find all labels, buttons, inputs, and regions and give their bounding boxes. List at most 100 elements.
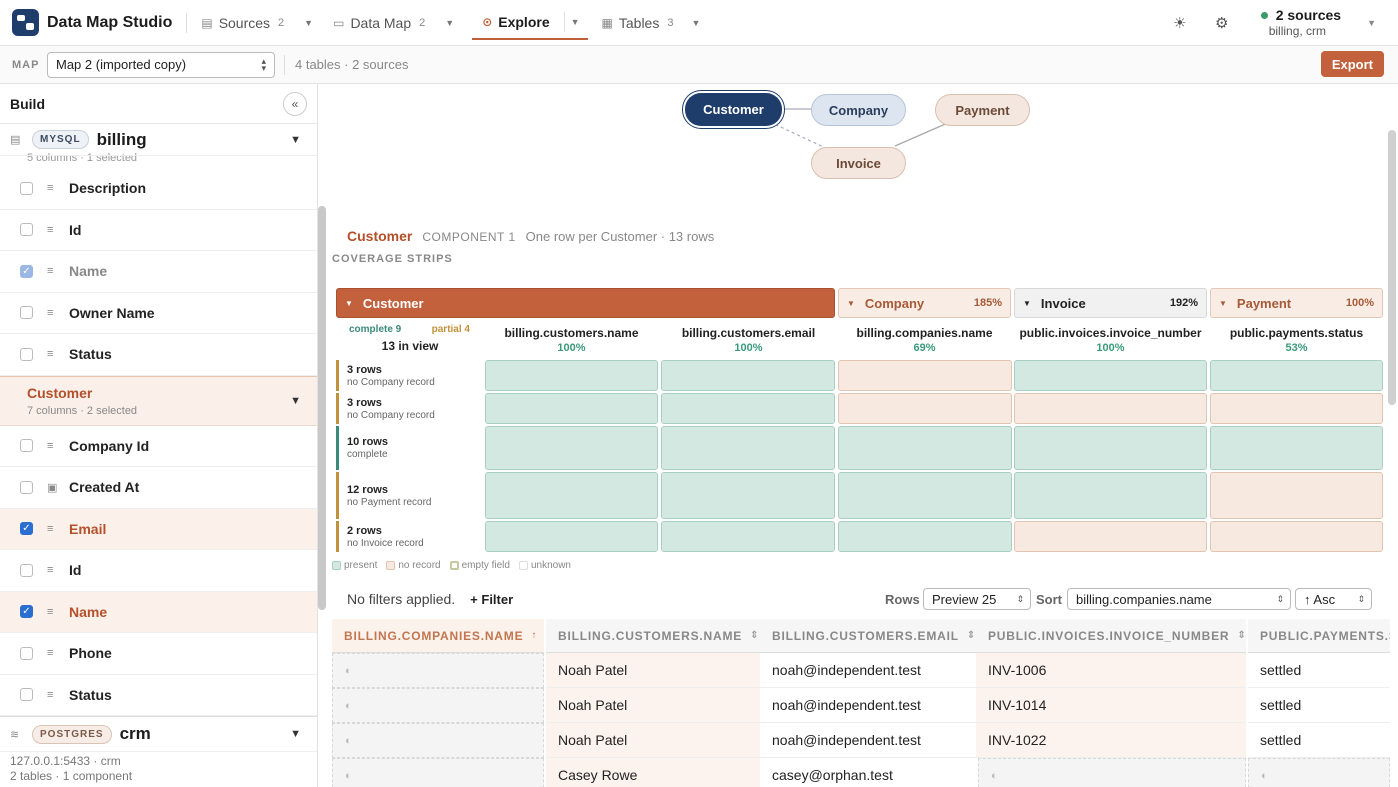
strip-column-header[interactable]: billing.customers.name 100% (484, 321, 659, 359)
table-cell[interactable]: settled (1248, 688, 1390, 723)
table-header[interactable]: BILLING.CUSTOMERS.NAME ⇕ (546, 619, 760, 653)
column-row[interactable]: ▣ Created At (0, 467, 317, 509)
column-row[interactable]: ≡ Id (0, 210, 317, 251)
table-cell[interactable]: INV-1022 (976, 723, 1246, 758)
column-checkbox[interactable] (20, 563, 33, 577)
table-cell-empty[interactable]: ◐ (1248, 758, 1390, 787)
chevron-down-icon[interactable]: ▼ (1367, 18, 1376, 28)
legend-label: present (344, 560, 378, 571)
column-row[interactable]: ✓ ≡ Email (0, 508, 317, 550)
tab-sources[interactable]: ▤ Sources 2 ▼ (201, 0, 333, 46)
graph-node-payment[interactable]: Payment (935, 94, 1030, 126)
graph-node-company[interactable]: Company (811, 94, 906, 126)
column-checkbox[interactable] (20, 646, 33, 660)
column-checkbox[interactable]: ✓ (20, 605, 33, 619)
table-cell-empty[interactable]: ◐ (332, 688, 544, 723)
table-cell[interactable]: noah@independent.test (760, 653, 976, 688)
table-header[interactable]: PUBLIC.PAYMENTS.S (1248, 619, 1390, 653)
collapse-icon[interactable]: « (283, 91, 307, 116)
column-row[interactable]: ≡ Id (0, 550, 317, 592)
table-header[interactable]: BILLING.COMPANIES.NAME ↑ (332, 619, 544, 653)
strip-column-header[interactable]: billing.customers.email 100% (661, 321, 836, 359)
component-customer[interactable]: Customer 7 columns · 2 selected ▼ (0, 375, 317, 426)
table-cell[interactable]: INV-1014 (976, 688, 1246, 723)
strip-row-label[interactable]: 3 rows no Company record (336, 360, 484, 391)
tab-explore[interactable]: ⊙ Explore ▼ (472, 0, 588, 46)
table-cell[interactable]: Noah Patel (546, 688, 760, 723)
graph-node-invoice[interactable]: Invoice (811, 147, 906, 179)
column-checkbox[interactable] (20, 223, 33, 237)
text-type-icon: ≡ (47, 306, 54, 319)
strip-group-customer[interactable]: ▼ Customer (336, 288, 835, 318)
table-header[interactable]: PUBLIC.INVOICES.INVOICE_NUMBER ⇕ (976, 619, 1246, 653)
map-select[interactable]: Map 2 (imported copy) ▴ ▾ (47, 51, 275, 78)
table-header-label: BILLING.CUSTOMERS.EMAIL (772, 628, 959, 643)
column-row[interactable]: ≡ Owner Name (0, 293, 317, 334)
column-row[interactable]: ≡ Phone (0, 633, 317, 675)
caret-down-icon[interactable]: ▼ (290, 728, 301, 740)
table-cell[interactable]: casey@orphan.test (760, 758, 976, 787)
sources-status[interactable]: 2 sources billing, crm (1260, 7, 1341, 39)
tab-tables[interactable]: ▦ Tables 3 ▼ (602, 0, 721, 46)
table-cell[interactable]: noah@independent.test (760, 688, 976, 723)
strip-group-company[interactable]: ▼ Company 185% (838, 288, 1011, 318)
column-checkbox[interactable] (20, 439, 33, 453)
caret-down-icon[interactable]: ▼ (290, 134, 301, 146)
column-row[interactable]: ≡ Company Id (0, 426, 317, 467)
theme-toggle-icon[interactable]: ☀ (1165, 8, 1195, 38)
table-cell[interactable]: Noah Patel (546, 653, 760, 688)
column-checkbox[interactable] (20, 347, 33, 361)
table-cell[interactable]: noah@independent.test (760, 723, 976, 758)
tab-data-map-label: Data Map (350, 14, 412, 31)
chevron-down-icon[interactable]: ▼ (445, 18, 454, 28)
tab-data-map[interactable]: ▭ Data Map 2 ▼ (333, 0, 472, 46)
strip-row-label[interactable]: 3 rows no Company record (336, 393, 484, 424)
column-checkbox[interactable] (20, 688, 33, 702)
strip-cell-present (838, 521, 1012, 552)
strip-group-invoice[interactable]: ▼ Invoice 192% (1014, 288, 1207, 318)
table-cell-empty[interactable]: ◐ (332, 653, 544, 688)
table-cell[interactable]: settled (1248, 723, 1390, 758)
strip-row-label[interactable]: 12 rows no Payment record (336, 472, 484, 519)
chevron-down-icon[interactable]: ▼ (563, 11, 580, 32)
add-filter-button[interactable]: + Filter (470, 592, 513, 607)
column-row[interactable]: ≡ Status (0, 675, 317, 716)
gear-icon[interactable]: ⚙ (1207, 8, 1237, 38)
column-checkbox[interactable]: ✓ (20, 264, 33, 278)
rows-select[interactable]: Preview 25 ⇕ (923, 588, 1031, 610)
strip-group-payment[interactable]: ▼ Payment 100% (1210, 288, 1383, 318)
main-scrollbar[interactable] (1388, 130, 1396, 405)
strip-row-label[interactable]: 2 rows no Invoice record (336, 521, 484, 552)
table-cell[interactable]: Casey Rowe (546, 758, 760, 787)
table-cell-empty[interactable]: ◐ (332, 723, 544, 758)
table-cell-empty[interactable]: ◐ (332, 758, 544, 787)
sort-select[interactable]: billing.companies.name ⇕ (1067, 588, 1291, 610)
sidebar-scrollbar[interactable] (318, 206, 326, 610)
chevron-down-icon[interactable]: ▼ (304, 18, 313, 28)
strip-column-header[interactable]: billing.companies.name 69% (837, 321, 1012, 359)
source-billing[interactable]: ▤ MYSQL billing ▼ (0, 124, 317, 156)
strip-column-header[interactable]: public.invoices.invoice_number 100% (1014, 321, 1207, 359)
column-row[interactable]: ✓ ≡ Name (0, 591, 317, 633)
export-button[interactable]: Export (1320, 51, 1384, 77)
column-checkbox[interactable]: ✓ (20, 522, 33, 536)
table-cell[interactable]: settled (1248, 653, 1390, 688)
table-header[interactable]: BILLING.CUSTOMERS.EMAIL ⇕ (760, 619, 976, 653)
column-row[interactable]: ✓ ≡ Name (0, 251, 317, 293)
column-checkbox[interactable] (20, 306, 33, 320)
column-checkbox[interactable] (20, 480, 33, 494)
sort-order-select[interactable]: ↑ Asc ⇕ (1295, 588, 1372, 610)
caret-down-icon[interactable]: ▼ (290, 395, 301, 407)
table-cell[interactable]: INV-1006 (976, 653, 1246, 688)
column-row[interactable]: ≡ Description (0, 168, 317, 210)
graph-node-customer[interactable]: Customer (685, 93, 782, 126)
strip-column-header[interactable]: public.payments.status 53% (1210, 321, 1383, 359)
column-row[interactable]: ≡ Status (0, 334, 317, 376)
strip-row-label[interactable]: 10 rows complete (336, 426, 484, 470)
strip-cell-present (485, 393, 658, 424)
table-cell[interactable]: Noah Patel (546, 723, 760, 758)
table-cell-empty[interactable]: ◐ (978, 758, 1246, 787)
source-crm[interactable]: ≋ POSTGRES crm ▼ (0, 716, 317, 752)
chevron-down-icon[interactable]: ▼ (691, 18, 700, 28)
column-checkbox[interactable] (20, 181, 33, 195)
